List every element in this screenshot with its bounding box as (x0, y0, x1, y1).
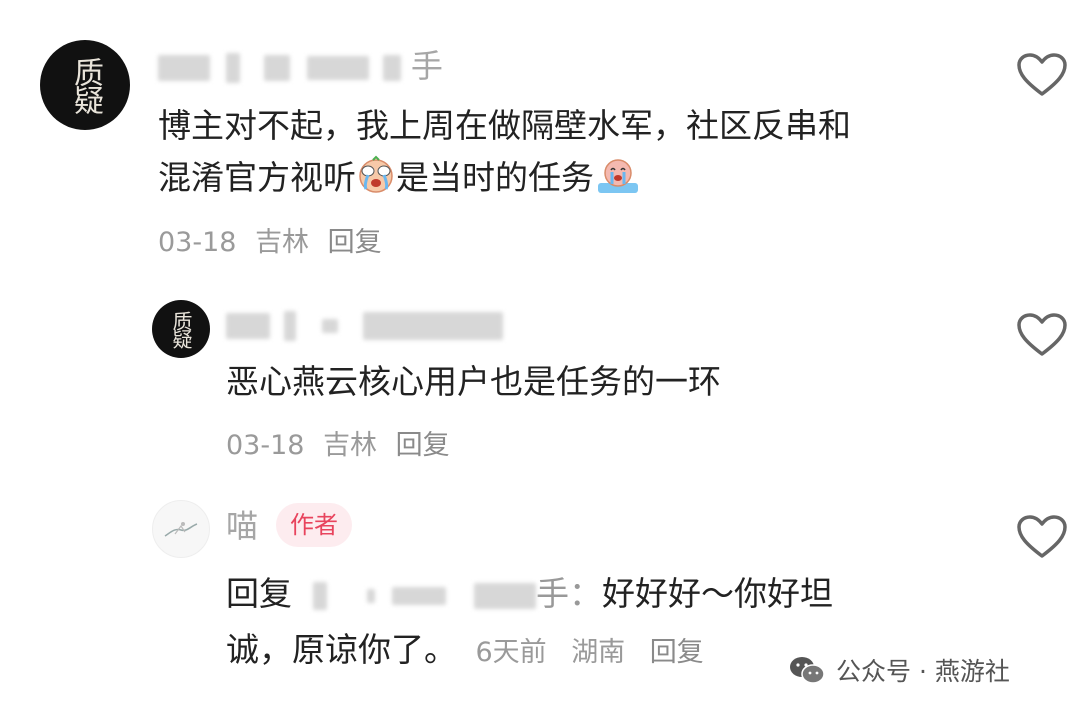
comment-text: 回复 手：好好好～你好坦 诚，原谅你了。 6天前 湖南 回复 (226, 568, 833, 679)
comment-meta: 03-18 吉林 回复 (226, 423, 460, 462)
comment-line: 诚，原谅你了。 6天前 湖南 回复 (226, 624, 833, 679)
reply-target-visible: 手： (536, 574, 602, 613)
redacted-name (474, 582, 536, 609)
author-name[interactable]: 喵 (226, 510, 258, 542)
reply-button[interactable]: 回复 (650, 637, 704, 668)
comment-text: 恶心燕云核心用户也是任务的一环 (226, 362, 721, 401)
redacted-name (391, 586, 446, 605)
comment-line: 回复 手：好好好～你好坦 (226, 568, 833, 620)
author-avatar[interactable] (152, 500, 210, 558)
redacted-name (264, 55, 291, 81)
redacted-name (226, 313, 270, 339)
comment-date: 03-18 (158, 227, 237, 258)
comment-location: 湖南 (571, 637, 626, 668)
redacted-name (226, 53, 241, 83)
reply-prefix: 回复 (226, 574, 292, 613)
sketch-avatar-icon (164, 522, 198, 537)
comment-line-part: 诚，原谅你了。 (226, 630, 457, 669)
comment-location: 吉林 (323, 430, 378, 461)
redacted-name (322, 319, 339, 333)
commenter-avatar[interactable]: 质疑 (40, 40, 130, 130)
redacted-name (284, 311, 297, 341)
comment-line-part: 好好好～你好坦 (602, 574, 833, 613)
heart-outline-icon[interactable] (1016, 312, 1068, 358)
comment-line-part: 是当时的任务 (396, 158, 594, 197)
comment-line: 博主对不起，我上周在做隔壁水军，社区反串和 (158, 106, 851, 145)
source-watermark: 公众号 · 燕游社 (788, 652, 1010, 688)
comment-line-part: 混淆官方视听 (158, 158, 356, 197)
avatar-calligraphy: 质疑 (68, 57, 103, 113)
comment-line: 混淆官方视听 是当时的任务 (158, 152, 851, 210)
heart-outline-icon[interactable] (1016, 514, 1068, 560)
avatar-calligraphy: 质疑 (169, 311, 193, 347)
reply-button[interactable]: 回复 (328, 227, 382, 258)
comment-meta: 03-18 吉林 回复 (158, 220, 392, 259)
name-visible-part: 手 (410, 47, 443, 85)
comment-text: 博主对不起，我上周在做隔壁水军，社区反串和 混淆官方视听 是当时的任务 (158, 100, 851, 210)
author-badge: 作者 (276, 503, 352, 547)
comment-date: 03-18 (226, 430, 305, 461)
heart-outline-icon[interactable] (1016, 52, 1068, 98)
redacted-name (312, 581, 327, 610)
commenter-avatar[interactable]: 质疑 (152, 300, 210, 358)
redacted-name (362, 312, 503, 340)
redacted-name (382, 55, 401, 81)
comment-time: 6天前 (475, 637, 547, 668)
redacted-name (367, 588, 375, 603)
redacted-name (306, 56, 369, 80)
commenter-name[interactable]: 手 (158, 50, 443, 83)
wechat-logo-icon (790, 657, 825, 684)
reply-button[interactable]: 回复 (396, 430, 450, 461)
redacted-name (158, 55, 210, 81)
comment-location: 吉林 (255, 227, 310, 258)
crying-face-emoji (356, 155, 396, 210)
commenter-name[interactable] (226, 308, 503, 341)
crying-tears-emoji (594, 155, 642, 210)
source-text: 公众号 · 燕游社 (836, 657, 1010, 686)
